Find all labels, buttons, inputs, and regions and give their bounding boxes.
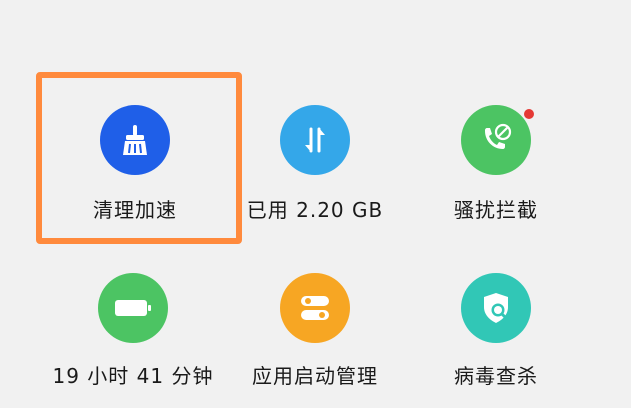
tile-label: 已用 2.20 GB: [246, 198, 384, 222]
app-launch-toggle-icon: [280, 273, 350, 343]
tile-harassment-block[interactable]: 骚扰拦截: [391, 100, 601, 240]
tile-cleanup[interactable]: 清理加速: [30, 100, 240, 240]
tile-label: 病毒查杀: [454, 364, 538, 388]
broom-clean-icon: [100, 105, 170, 175]
tile-label: 清理加速: [93, 198, 177, 222]
tile-label: 应用启动管理: [252, 364, 378, 388]
tile-label: 19 小时 41 分钟: [52, 364, 214, 388]
tile-data-usage[interactable]: 已用 2.20 GB: [210, 100, 420, 240]
tools-grid: 清理加速 已用 2.20 GB 骚扰拦截 19 小时 41 分钟 应用启动管理 …: [0, 0, 631, 400]
tile-battery[interactable]: 19 小时 41 分钟: [28, 268, 238, 408]
shield-scan-icon: [461, 273, 531, 343]
tile-label: 骚扰拦截: [454, 198, 538, 222]
tile-app-launch-management[interactable]: 应用启动管理: [210, 268, 420, 408]
notification-badge: [524, 109, 534, 119]
phone-block-icon: [461, 105, 531, 175]
data-usage-arrows-icon: [280, 105, 350, 175]
battery-icon: [98, 273, 168, 343]
tile-virus-scan[interactable]: 病毒查杀: [391, 268, 601, 408]
